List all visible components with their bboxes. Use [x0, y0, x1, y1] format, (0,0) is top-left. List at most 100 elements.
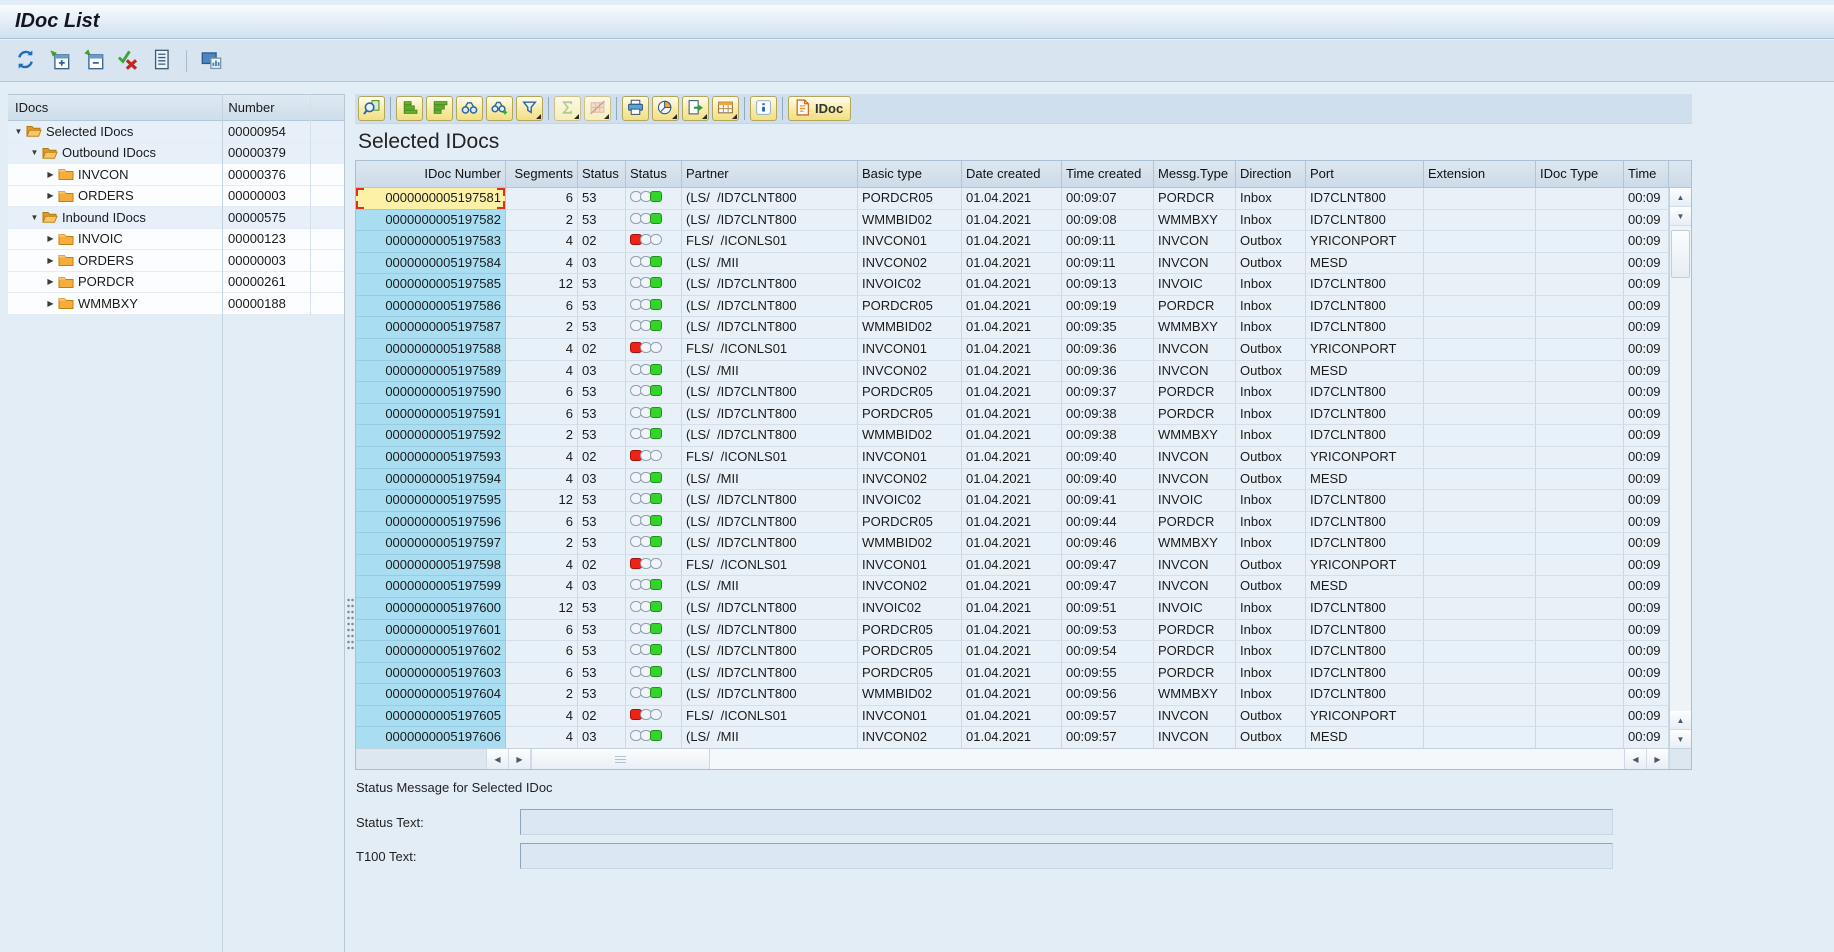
cell-idoc_number[interactable]: 0000000005197599 [356, 576, 506, 598]
cell-status[interactable]: 53 [578, 533, 626, 555]
cell-time_created[interactable]: 00:09:13 [1062, 274, 1154, 296]
column-header-partner[interactable]: Partner [682, 161, 858, 188]
cell-idoc_type[interactable] [1536, 555, 1624, 577]
cell-time_created[interactable]: 00:09:08 [1062, 210, 1154, 232]
cell-direction[interactable]: Outbox [1236, 361, 1306, 383]
cell-status[interactable]: 53 [578, 274, 626, 296]
cell-port[interactable]: YRICONPORT [1306, 555, 1424, 577]
tree-item-inbound-idocs[interactable]: ▼Inbound IDocs00000575 [8, 207, 344, 229]
cell-idoc_number[interactable]: 0000000005197601 [356, 620, 506, 642]
cell-idoc_type[interactable] [1536, 361, 1624, 383]
cell-status[interactable]: 53 [578, 490, 626, 512]
cell-basic_type[interactable]: PORDCR05 [858, 296, 962, 318]
cell-extension[interactable] [1424, 576, 1536, 598]
tree-item-orders[interactable]: ▶ORDERS00000003 [8, 250, 344, 272]
cell-time_created[interactable]: 00:09:36 [1062, 339, 1154, 361]
table-row[interactable]: 0000000005197596653(LS/ /ID7CLNT800PORDC… [356, 512, 1691, 534]
cell-status[interactable]: 53 [578, 382, 626, 404]
cell-idoc_type[interactable] [1536, 339, 1624, 361]
cell-direction[interactable]: Inbox [1236, 684, 1306, 706]
cell-idoc_number[interactable]: 0000000005197587 [356, 317, 506, 339]
cell-extension[interactable] [1424, 469, 1536, 491]
export-button[interactable] [682, 96, 709, 121]
cell-time_created[interactable]: 00:09:47 [1062, 576, 1154, 598]
cell-extension[interactable] [1424, 382, 1536, 404]
cell-idoc_number[interactable]: 0000000005197603 [356, 663, 506, 685]
chevron-down-icon[interactable]: ▼ [28, 213, 41, 222]
cell-time_created[interactable]: 00:09:56 [1062, 684, 1154, 706]
column-header-status_icon[interactable]: Status [626, 161, 682, 188]
cell-port[interactable]: ID7CLNT800 [1306, 684, 1424, 706]
cell-extension[interactable] [1424, 512, 1536, 534]
cell-basic_type[interactable]: INVOIC02 [858, 598, 962, 620]
cell-status_icon[interactable] [626, 684, 682, 706]
cell-basic_type[interactable]: PORDCR05 [858, 512, 962, 534]
check-delete-button[interactable] [114, 47, 141, 74]
table-row[interactable]: 0000000005197604253(LS/ /ID7CLNT800WMMBI… [356, 684, 1691, 706]
scroll-left-icon-right[interactable]: ◀ [1625, 749, 1647, 769]
cell-messg_type[interactable]: INVCON [1154, 253, 1236, 275]
cell-date_created[interactable]: 01.04.2021 [962, 339, 1062, 361]
cell-port[interactable]: MESD [1306, 361, 1424, 383]
cell-basic_type[interactable]: PORDCR05 [858, 620, 962, 642]
cell-segments[interactable]: 6 [506, 382, 578, 404]
cell-messg_type[interactable]: INVCON [1154, 706, 1236, 728]
cell-segments[interactable]: 2 [506, 684, 578, 706]
vertical-scrollbar-thumb[interactable] [1671, 230, 1690, 278]
tree-item-wmmbxy[interactable]: ▶WMMBXY00000188 [8, 293, 344, 315]
cell-segments[interactable]: 2 [506, 317, 578, 339]
cell-segments[interactable]: 4 [506, 447, 578, 469]
status-text-field[interactable] [520, 809, 1613, 835]
cell-extension[interactable] [1424, 188, 1536, 210]
cell-port[interactable]: ID7CLNT800 [1306, 620, 1424, 642]
table-row[interactable]: 00000000051975851253(LS/ /ID7CLNT800INVO… [356, 274, 1691, 296]
cell-segments[interactable]: 6 [506, 663, 578, 685]
table-row[interactable]: 0000000005197599403(LS/ /MIIINVCON0201.0… [356, 576, 1691, 598]
tree-item-pordcr[interactable]: ▶PORDCR00000261 [8, 272, 344, 294]
cell-idoc_type[interactable] [1536, 620, 1624, 642]
chevron-down-icon[interactable]: ▼ [12, 127, 25, 136]
cell-time[interactable]: 00:09 [1624, 317, 1669, 339]
cell-date_created[interactable]: 01.04.2021 [962, 425, 1062, 447]
cell-time_created[interactable]: 00:09:36 [1062, 361, 1154, 383]
cell-port[interactable]: ID7CLNT800 [1306, 296, 1424, 318]
scroll-down-icon[interactable]: ▼ [1670, 207, 1691, 226]
filter-button[interactable] [516, 96, 543, 121]
cell-messg_type[interactable]: WMMBXY [1154, 533, 1236, 555]
cell-idoc_type[interactable] [1536, 317, 1624, 339]
chevron-down-icon[interactable]: ▼ [28, 148, 41, 157]
cell-segments[interactable]: 4 [506, 469, 578, 491]
column-header-idoc_type[interactable]: IDoc Type [1536, 161, 1624, 188]
scroll-down-icon-bottom[interactable]: ▼ [1670, 730, 1691, 749]
cell-port[interactable]: MESD [1306, 469, 1424, 491]
panel-splitter-handle[interactable] [347, 598, 354, 650]
cell-messg_type[interactable]: INVCON [1154, 361, 1236, 383]
tree-item-orders[interactable]: ▶ORDERS00000003 [8, 186, 344, 208]
cell-basic_type[interactable]: INVCON01 [858, 555, 962, 577]
cell-port[interactable]: ID7CLNT800 [1306, 210, 1424, 232]
cell-messg_type[interactable]: WMMBXY [1154, 684, 1236, 706]
cell-status_icon[interactable] [626, 231, 682, 253]
cell-idoc_type[interactable] [1536, 382, 1624, 404]
cell-idoc_number[interactable]: 0000000005197600 [356, 598, 506, 620]
cell-basic_type[interactable]: INVCON01 [858, 706, 962, 728]
cell-port[interactable]: ID7CLNT800 [1306, 274, 1424, 296]
cell-basic_type[interactable]: INVOIC02 [858, 490, 962, 512]
cell-time_created[interactable]: 00:09:38 [1062, 404, 1154, 426]
cell-time_created[interactable]: 00:09:41 [1062, 490, 1154, 512]
cell-extension[interactable] [1424, 620, 1536, 642]
cell-idoc_number[interactable]: 0000000005197606 [356, 727, 506, 749]
cell-segments[interactable]: 6 [506, 512, 578, 534]
column-header-idoc_number[interactable]: IDoc Number [356, 161, 506, 188]
cell-idoc_number[interactable]: 0000000005197598 [356, 555, 506, 577]
cell-direction[interactable]: Inbox [1236, 663, 1306, 685]
tree-item-invoic[interactable]: ▶INVOIC00000123 [8, 229, 344, 251]
cell-status[interactable]: 53 [578, 188, 626, 210]
cell-extension[interactable] [1424, 361, 1536, 383]
cell-direction[interactable]: Inbox [1236, 274, 1306, 296]
cell-direction[interactable]: Outbox [1236, 576, 1306, 598]
cell-status_icon[interactable] [626, 296, 682, 318]
cell-segments[interactable]: 4 [506, 231, 578, 253]
cell-idoc_number[interactable]: 0000000005197597 [356, 533, 506, 555]
cell-segments[interactable]: 4 [506, 555, 578, 577]
